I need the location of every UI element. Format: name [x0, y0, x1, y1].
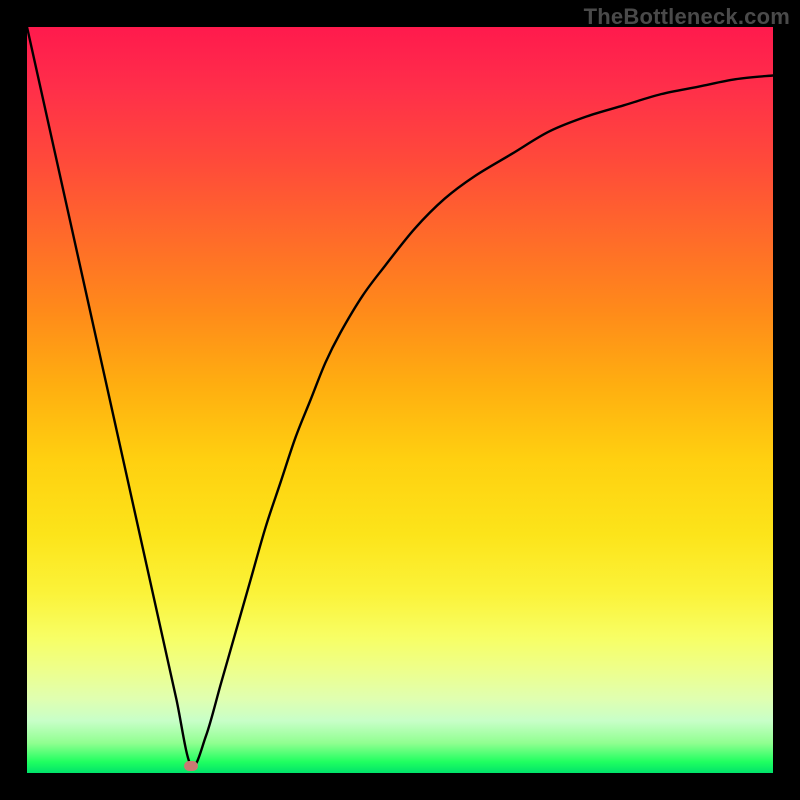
min-marker	[184, 761, 198, 771]
watermark-text: TheBottleneck.com	[584, 4, 790, 30]
chart-frame: TheBottleneck.com	[0, 0, 800, 800]
plot-area	[27, 27, 773, 773]
curve-svg	[27, 27, 773, 773]
bottleneck-curve	[27, 27, 773, 767]
